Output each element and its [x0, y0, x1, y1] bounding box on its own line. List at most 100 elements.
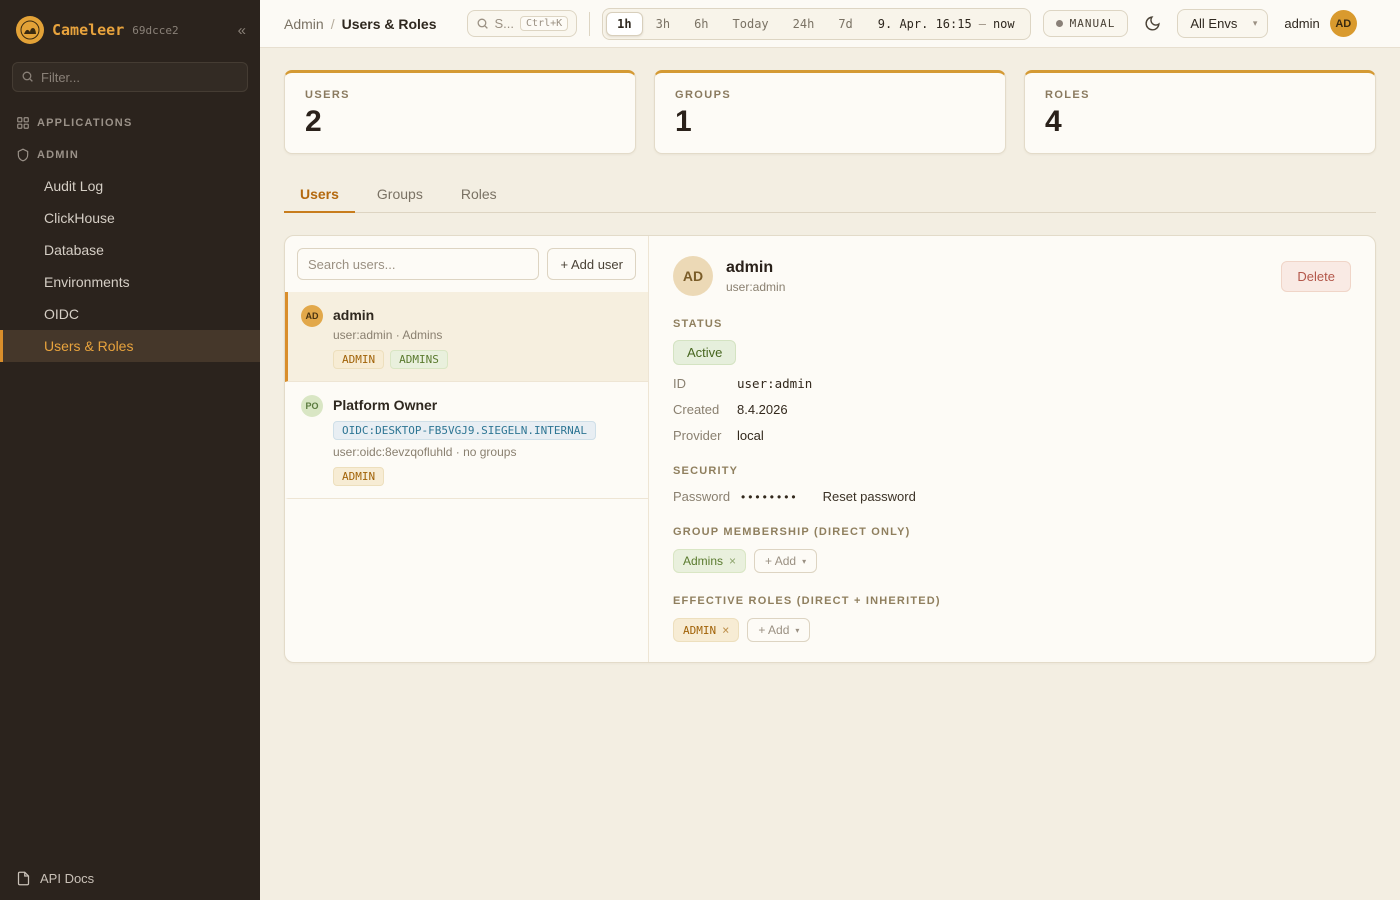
- breadcrumb-admin[interactable]: Admin: [284, 16, 324, 32]
- add-group-button[interactable]: + Add ▾: [754, 549, 817, 573]
- delete-user-button[interactable]: Delete: [1281, 261, 1351, 292]
- stat-card-roles: ROLES 4: [1024, 70, 1376, 154]
- stat-card-groups: GROUPS 1: [654, 70, 1006, 154]
- stat-label: USERS: [305, 89, 615, 101]
- detail-user-id: user:admin: [726, 280, 785, 294]
- divider: [589, 12, 590, 36]
- field-key: Created: [673, 402, 737, 417]
- user-menu[interactable]: admin AD: [1284, 10, 1356, 37]
- detail-header: AD admin user:admin Delete: [673, 256, 1351, 296]
- api-docs-link[interactable]: API Docs: [0, 857, 260, 900]
- global-search[interactable]: S... Ctrl+K: [467, 10, 578, 37]
- tab-roles[interactable]: Roles: [445, 176, 513, 213]
- cameleer-logo-icon: [16, 16, 44, 44]
- search-icon: [476, 17, 489, 30]
- add-user-button[interactable]: + Add user: [547, 248, 636, 280]
- group-chip-admins: Admins ×: [673, 549, 746, 573]
- role-chip-label: ADMIN: [683, 624, 716, 637]
- stats-row: USERS 2 GROUPS 1 ROLES 4: [284, 70, 1376, 154]
- users-panel: + Add user AD admin user:admin · Admins …: [284, 235, 1376, 663]
- stat-card-users: USERS 2: [284, 70, 636, 154]
- field-key: Provider: [673, 428, 737, 443]
- user-list-tools: + Add user: [285, 236, 648, 292]
- global-search-placeholder: S...: [495, 16, 515, 31]
- time-from: 9. Apr. 16:15: [878, 17, 972, 31]
- nav-section-admin[interactable]: ADMIN: [0, 138, 260, 170]
- refresh-mode-button[interactable]: MANUAL: [1043, 10, 1129, 37]
- field-value: local: [737, 428, 764, 443]
- avatar[interactable]: AD: [1330, 10, 1357, 37]
- sidebar: Cameleer 69dcce2 « APPLICATIONS ADMIN Au…: [0, 0, 260, 900]
- chevron-down-icon: ▾: [802, 557, 806, 566]
- section-status: STATUS: [673, 318, 1351, 330]
- stat-value: 2: [305, 105, 615, 139]
- environment-selected: All Envs: [1190, 16, 1237, 31]
- field-id: ID user:admin: [673, 376, 1351, 391]
- sidebar-item-users-roles[interactable]: Users & Roles: [0, 330, 260, 362]
- sidebar-item-clickhouse[interactable]: ClickHouse: [0, 202, 260, 234]
- group-chip-label: Admins: [683, 554, 723, 568]
- build-hash: 69dcce2: [132, 24, 178, 37]
- user-list-column: + Add user AD admin user:admin · Admins …: [285, 236, 649, 662]
- user-detail-panel: AD admin user:admin Delete STATUS Active…: [649, 236, 1375, 662]
- sidebar-item-environments[interactable]: Environments: [0, 266, 260, 298]
- time-range-today[interactable]: Today: [722, 12, 780, 36]
- password-row: Password •••••••• Reset password: [673, 489, 1351, 504]
- user-name: admin: [1284, 16, 1319, 31]
- dark-mode-toggle[interactable]: [1140, 11, 1165, 36]
- avatar: PO: [301, 395, 323, 417]
- environment-select[interactable]: All Envs ▾: [1177, 9, 1268, 38]
- time-range-3h[interactable]: 3h: [645, 12, 681, 36]
- sidebar-collapse-button[interactable]: «: [238, 22, 246, 39]
- user-list-item-admin[interactable]: AD admin user:admin · Admins ADMIN ADMIN…: [285, 292, 648, 382]
- group-chips: Admins × + Add ▾: [673, 549, 1351, 573]
- sidebar-item-oidc[interactable]: OIDC: [0, 298, 260, 330]
- field-key: ID: [673, 376, 737, 391]
- shield-icon: [16, 148, 30, 162]
- document-icon: [16, 871, 31, 886]
- add-role-label: + Add: [758, 623, 789, 637]
- chevron-down-icon: ▾: [1253, 18, 1258, 29]
- field-provider: Provider local: [673, 428, 1351, 443]
- user-item-oidc: OIDC:DESKTOP-FB5VGJ9.SIEGELN.INTERNAL: [333, 421, 596, 440]
- api-docs-label: API Docs: [40, 871, 94, 886]
- sidebar-item-database[interactable]: Database: [0, 234, 260, 266]
- stat-label: ROLES: [1045, 89, 1355, 101]
- time-range-6h[interactable]: 6h: [683, 12, 719, 36]
- add-role-button[interactable]: + Add ▾: [747, 618, 810, 642]
- section-effective-roles: EFFECTIVE ROLES (DIRECT + INHERITED): [673, 595, 1351, 607]
- sidebar-item-audit-log[interactable]: Audit Log: [0, 170, 260, 202]
- time-range-display[interactable]: 9. Apr. 16:15 — now: [866, 17, 1027, 31]
- oidc-badge: OIDC:DESKTOP-FB5VGJ9.SIEGELN.INTERNAL: [333, 421, 596, 440]
- user-list-item-platform-owner[interactable]: PO Platform Owner OIDC:DESKTOP-FB5VGJ9.S…: [285, 382, 648, 499]
- page-content: USERS 2 GROUPS 1 ROLES 4 Users Groups Ro…: [260, 48, 1400, 900]
- breadcrumb-separator: /: [331, 16, 335, 32]
- avatar: AD: [673, 256, 713, 296]
- breadcrumb: Admin / Users & Roles: [284, 16, 437, 32]
- time-range-24h[interactable]: 24h: [782, 12, 826, 36]
- time-range-7d[interactable]: 7d: [827, 12, 863, 36]
- remove-icon[interactable]: ×: [729, 554, 736, 568]
- tab-users[interactable]: Users: [284, 176, 355, 213]
- reset-password-link[interactable]: Reset password: [823, 489, 916, 504]
- time-to: now: [993, 17, 1015, 31]
- tab-groups[interactable]: Groups: [361, 176, 439, 213]
- user-item-badges: ADMIN: [333, 467, 596, 486]
- role-chip-admin: ADMIN ×: [673, 618, 739, 642]
- sidebar-filter-input[interactable]: [12, 62, 248, 92]
- user-item-badges: ADMIN ADMINS: [333, 350, 448, 369]
- user-item-meta: user:admin · Admins: [333, 328, 448, 342]
- chevron-down-icon: ▾: [795, 626, 799, 635]
- breadcrumb-current: Users & Roles: [342, 16, 437, 32]
- nav-section-applications[interactable]: APPLICATIONS: [0, 106, 260, 138]
- time-separator: —: [979, 17, 986, 31]
- time-range-1h[interactable]: 1h: [606, 12, 642, 36]
- remove-icon[interactable]: ×: [722, 623, 729, 637]
- time-range-group: 1h 3h 6h Today 24h 7d 9. Apr. 16:15 — no…: [602, 8, 1030, 40]
- password-label: Password: [673, 489, 741, 504]
- password-mask: ••••••••: [741, 490, 799, 504]
- avatar: AD: [301, 305, 323, 327]
- main-column: Admin / Users & Roles S... Ctrl+K 1h 3h …: [260, 0, 1400, 900]
- search-users-input[interactable]: [297, 248, 539, 280]
- search-shortcut-kbd: Ctrl+K: [520, 16, 568, 31]
